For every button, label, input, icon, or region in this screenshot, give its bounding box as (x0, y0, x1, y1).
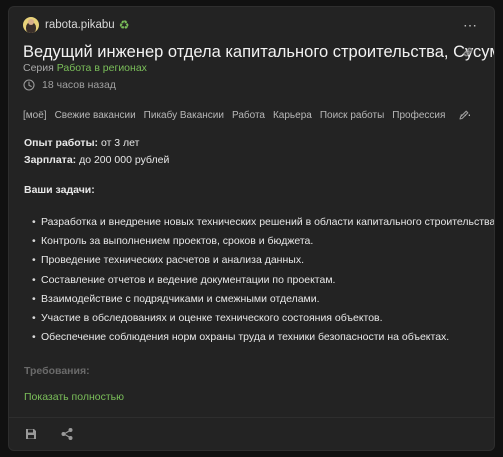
community-name[interactable]: rabota.pikabu (45, 19, 115, 31)
clock-icon (23, 79, 35, 91)
list-item: Контроль за выполнением проектов, сроков… (32, 232, 494, 251)
tag[interactable]: [моё] (23, 110, 47, 121)
series-line: Серия Работа в регионах (23, 62, 147, 74)
show-more-link[interactable]: Показать полностью (24, 391, 124, 403)
footer-divider (9, 417, 494, 418)
post-content: Опыт работы: от 3 лет Зарплата: до 200 0… (24, 135, 494, 348)
requirements-heading: Требования: (24, 365, 90, 377)
save-icon[interactable] (24, 427, 38, 441)
series-link[interactable]: Работа в регионах (57, 62, 147, 74)
salary-line: Зарплата: до 200 000 рублей (24, 152, 489, 169)
salary-label: Зарплата: (24, 154, 77, 166)
salary-value: до 200 000 рублей (76, 154, 170, 166)
tag[interactable]: Поиск работы (320, 110, 384, 121)
recycle-icon: ♻ (118, 18, 130, 32)
post-header: rabota.pikabu ♻ (23, 17, 129, 33)
tag[interactable]: Пикабу Вакансии (144, 110, 224, 121)
experience-value: от 3 лет (98, 137, 140, 149)
more-icon[interactable]: ⋯ (463, 18, 478, 32)
tag[interactable]: Профессия (392, 110, 445, 121)
time-text: 18 часов назад (42, 79, 116, 91)
tag[interactable]: Работа (232, 110, 265, 121)
post-time: 18 часов назад (23, 79, 116, 91)
tasks-heading: Ваши задачи: (24, 184, 95, 196)
share-icon[interactable] (60, 427, 74, 441)
avatar[interactable] (23, 17, 39, 33)
series-label: Серия (23, 62, 54, 74)
list-item: Обеспечение соблюдения норм охраны труда… (32, 328, 494, 347)
post-title[interactable]: Ведущий инженер отдела капитального стро… (23, 42, 494, 62)
list-item: Участие в обследованиях и оценке техниче… (32, 309, 494, 328)
link-icon[interactable] (461, 45, 475, 59)
list-item: Проведение технических расчетов и анализ… (32, 251, 494, 270)
list-item: Разработка и внедрение новых технических… (32, 213, 494, 232)
experience-label: Опыт работы: (24, 137, 99, 149)
experience-line: Опыт работы: от 3 лет (24, 135, 489, 152)
list-item: Составление отчетов и ведение документац… (32, 271, 494, 290)
tag[interactable]: Карьера (273, 110, 312, 121)
post-card: rabota.pikabu ♻ ⋯ Ведущий инженер отдела… (8, 6, 495, 451)
tag[interactable]: Свежие вакансии (55, 110, 136, 121)
tasks-list: Разработка и внедрение новых технических… (32, 213, 494, 348)
pencil-icon[interactable] (458, 109, 470, 121)
tags-row: [моё] Свежие вакансии Пикабу Вакансии Ра… (23, 108, 473, 122)
list-item: Взаимодействие с подрядчиками и смежными… (32, 290, 494, 309)
